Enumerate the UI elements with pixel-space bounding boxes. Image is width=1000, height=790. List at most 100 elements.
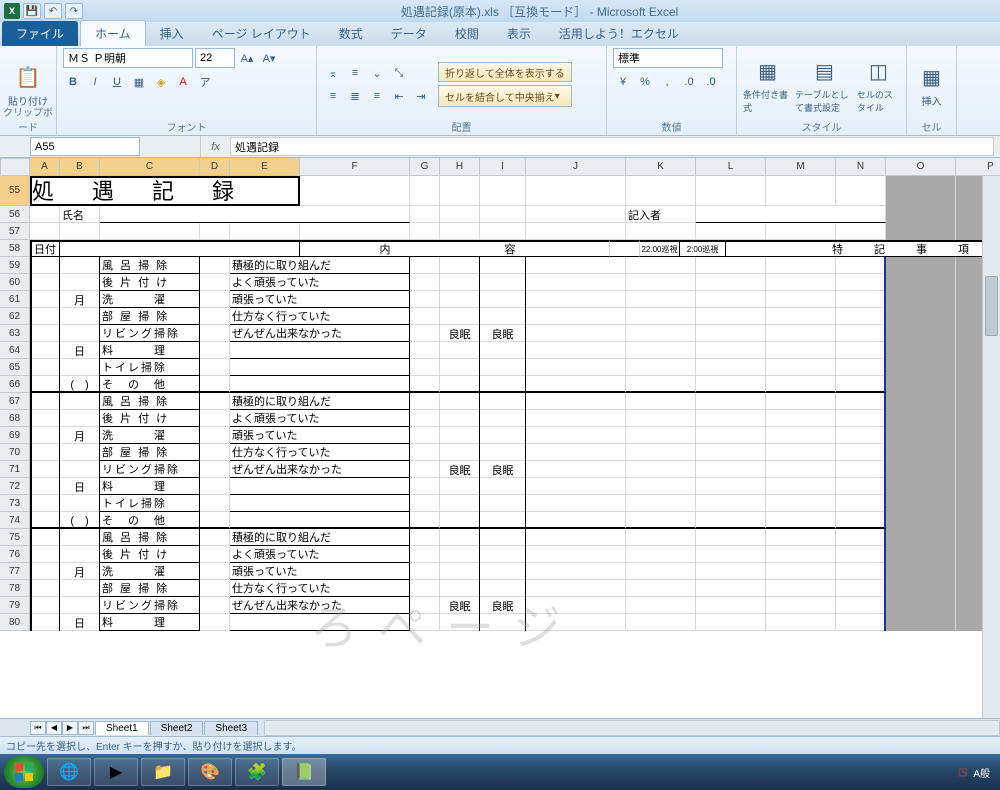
select-all-corner[interactable]	[0, 158, 30, 176]
cell-G70[interactable]	[410, 444, 440, 461]
fill-color-button[interactable]: ◈	[151, 72, 171, 92]
cell-L66[interactable]	[696, 376, 766, 393]
wrap-text-button[interactable]: 折り返して全体を表示する	[438, 62, 572, 82]
cell-D70[interactable]	[200, 444, 230, 461]
row-header-68[interactable]: 68	[0, 410, 30, 427]
col-header-L[interactable]: L	[696, 158, 766, 176]
cell-A57[interactable]	[30, 223, 60, 240]
cell-D59[interactable]	[200, 257, 230, 274]
cell-C66[interactable]: そ の 他	[100, 376, 200, 393]
cell-E71[interactable]: ぜんぜん出来なかった	[230, 461, 410, 478]
cell-A66[interactable]	[30, 376, 60, 393]
cell-A63[interactable]	[30, 325, 60, 342]
cell-K79[interactable]	[626, 597, 696, 614]
cell-D63[interactable]	[200, 325, 230, 342]
cell-K65[interactable]	[626, 359, 696, 376]
cell-M55[interactable]	[766, 176, 836, 206]
cell-H79[interactable]: 良眠	[440, 597, 480, 614]
sheet-nav-next[interactable]: ▶	[62, 721, 78, 735]
cell-G73[interactable]	[410, 495, 440, 512]
row-header-71[interactable]: 71	[0, 461, 30, 478]
cell-O75[interactable]	[886, 529, 956, 546]
cell-N70[interactable]	[836, 444, 886, 461]
cell-E59[interactable]: 積極的に取り組んだ	[230, 257, 410, 274]
cell-A76[interactable]	[30, 546, 60, 563]
cell-N74[interactable]	[836, 512, 886, 529]
cell-A80[interactable]	[30, 614, 60, 631]
italic-button[interactable]: I	[85, 72, 105, 92]
cell-G55[interactable]	[410, 176, 440, 206]
cell-N64[interactable]	[836, 342, 886, 359]
cell-N80[interactable]	[836, 614, 886, 631]
cell-H76[interactable]	[440, 546, 480, 563]
row-header-60[interactable]: 60	[0, 274, 30, 291]
row-header-62[interactable]: 62	[0, 308, 30, 325]
cell-K73[interactable]	[626, 495, 696, 512]
cell-H60[interactable]	[440, 274, 480, 291]
cell-C57[interactable]	[100, 223, 200, 240]
cell-L62[interactable]	[696, 308, 766, 325]
cell-J72[interactable]	[526, 478, 626, 495]
cell-L71[interactable]	[696, 461, 766, 478]
decrease-font-button[interactable]: A▾	[259, 48, 279, 68]
cell-M71[interactable]	[766, 461, 836, 478]
cell-O57[interactable]	[886, 223, 956, 240]
cell-I62[interactable]	[480, 308, 526, 325]
col-header-H[interactable]: H	[440, 158, 480, 176]
cell-B64[interactable]: 日	[60, 342, 100, 359]
cell-D66[interactable]	[200, 376, 230, 393]
row-header-55[interactable]: 55	[0, 176, 30, 206]
cell-O66[interactable]	[886, 376, 956, 393]
taskbar-media[interactable]: ▶	[94, 758, 138, 786]
cell-N68[interactable]	[836, 410, 886, 427]
cell-K63[interactable]	[626, 325, 696, 342]
cell-H63[interactable]: 良眠	[440, 325, 480, 342]
cell-B73[interactable]	[60, 495, 100, 512]
cell-M63[interactable]	[766, 325, 836, 342]
row-header-79[interactable]: 79	[0, 597, 30, 614]
cell-N77[interactable]	[836, 563, 886, 580]
cell-A70[interactable]	[30, 444, 60, 461]
cell-M68[interactable]	[766, 410, 836, 427]
cell-B62[interactable]	[60, 308, 100, 325]
cell-L76[interactable]	[696, 546, 766, 563]
cell-C60[interactable]: 後 片 付 け	[100, 274, 200, 291]
cell-C73[interactable]: トイレ掃除	[100, 495, 200, 512]
cell-M78[interactable]	[766, 580, 836, 597]
cell-L74[interactable]	[696, 512, 766, 529]
cell-G63[interactable]	[410, 325, 440, 342]
cell-A74[interactable]	[30, 512, 60, 529]
formula-bar[interactable]: 処遇記録	[230, 137, 994, 156]
cell-K69[interactable]	[626, 427, 696, 444]
cell-C71[interactable]: リビング掃除	[100, 461, 200, 478]
cell-C77[interactable]: 洗 濯	[100, 563, 200, 580]
cell-J62[interactable]	[526, 308, 626, 325]
cell-K64[interactable]	[626, 342, 696, 359]
cell-G62[interactable]	[410, 308, 440, 325]
name-box[interactable]: A55	[30, 137, 140, 156]
cell-D69[interactable]	[200, 427, 230, 444]
cell-A72[interactable]	[30, 478, 60, 495]
col-header-D[interactable]: D	[200, 158, 230, 176]
cell-K70[interactable]	[626, 444, 696, 461]
cell-C72[interactable]: 料 理	[100, 478, 200, 495]
cell-L63[interactable]	[696, 325, 766, 342]
cell-K62[interactable]	[626, 308, 696, 325]
cell-J56[interactable]	[526, 206, 626, 223]
cell-H71[interactable]: 良眠	[440, 461, 480, 478]
cell-L69[interactable]	[696, 427, 766, 444]
cell-D68[interactable]	[200, 410, 230, 427]
undo-button[interactable]: ↶	[44, 3, 62, 19]
cell-B71[interactable]	[60, 461, 100, 478]
tab-formulas[interactable]: 数式	[325, 21, 377, 46]
cell-E65[interactable]	[230, 359, 410, 376]
cell-H78[interactable]	[440, 580, 480, 597]
cell-A78[interactable]	[30, 580, 60, 597]
cell-O55[interactable]	[886, 176, 956, 206]
row-header-73[interactable]: 73	[0, 495, 30, 512]
cell-J74[interactable]	[526, 512, 626, 529]
sheet-tab-1[interactable]: Sheet1	[95, 721, 149, 735]
cell-M79[interactable]	[766, 597, 836, 614]
cell-E67[interactable]: 積極的に取り組んだ	[230, 393, 410, 410]
cell-B60[interactable]	[60, 274, 100, 291]
